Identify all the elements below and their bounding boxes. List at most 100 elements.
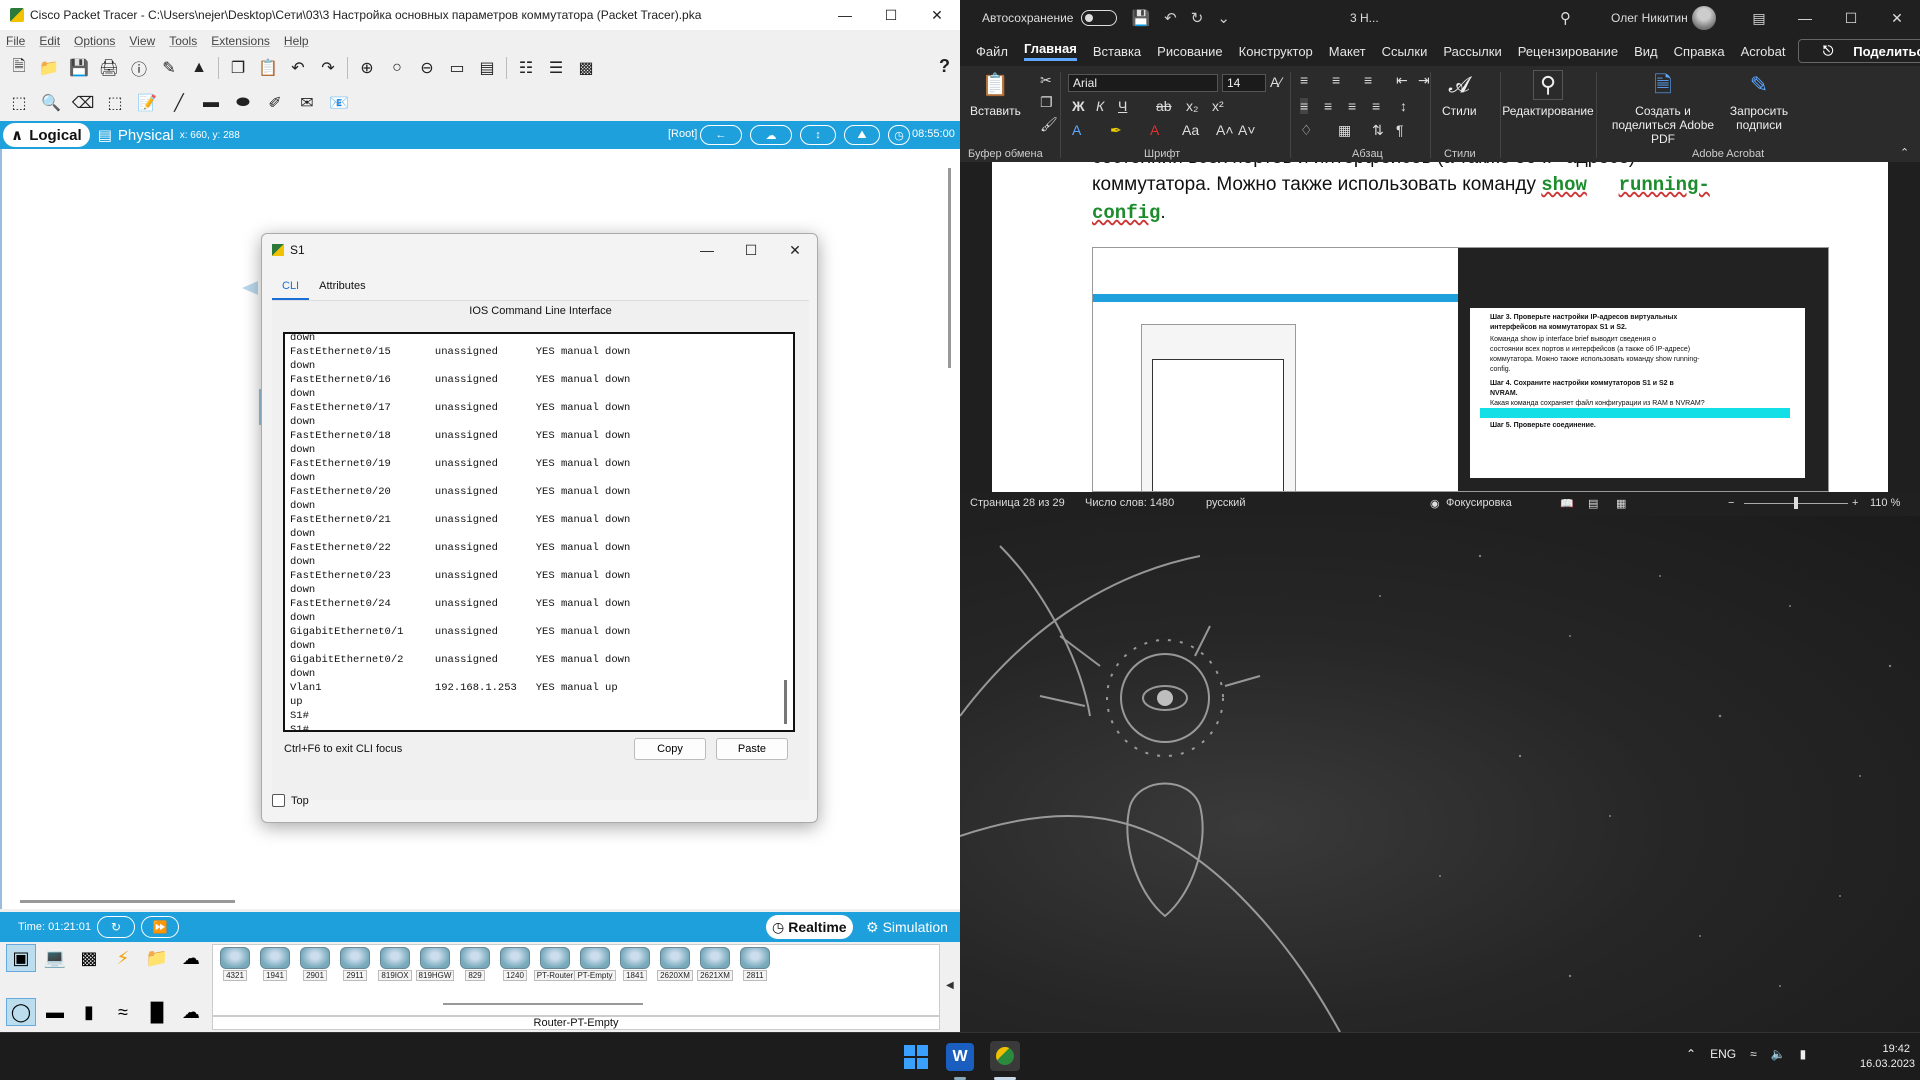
highlight-icon[interactable]: ✒ (1110, 122, 1122, 139)
wan-emulation-icon[interactable]: ☁ (176, 998, 206, 1026)
minimize-button[interactable]: — (685, 234, 729, 266)
device-router-829[interactable]: 829 (457, 947, 493, 989)
request-signatures-button[interactable]: ✎ Запросить подписи (1726, 70, 1792, 133)
cut-icon[interactable]: ✂ (1040, 72, 1052, 89)
tab-file[interactable]: Файл (976, 44, 1008, 59)
focus-icon[interactable]: ◉ (1430, 497, 1440, 510)
add-simple-pdu-icon[interactable]: ✉ (296, 92, 318, 114)
tab-insert[interactable]: Вставка (1093, 44, 1141, 59)
hubs-icon[interactable]: ▮ (74, 998, 104, 1026)
device-router-819iox[interactable]: 819IOX (377, 947, 413, 989)
device-router-2621xm[interactable]: 2621XM (697, 947, 733, 989)
menu-help[interactable]: Help (284, 34, 309, 48)
inspect-icon[interactable]: 🔍 (40, 92, 62, 114)
draw-line-icon[interactable]: ╱ (168, 92, 190, 114)
maximize-button[interactable]: ☐ (868, 0, 914, 30)
zoom-in-icon[interactable]: ⊕ (356, 57, 378, 79)
document-name[interactable]: 3 Н... (1350, 11, 1379, 25)
clock-icon[interactable]: ◷ (888, 125, 910, 145)
device-router-2901[interactable]: 2901 (297, 947, 333, 989)
underline-icon[interactable]: Ч (1118, 98, 1127, 114)
cluster-icon[interactable]: ☁ (750, 125, 792, 145)
change-case-icon[interactable]: Aa (1182, 122, 1199, 138)
zoom-out-icon[interactable]: ⊖ (416, 57, 438, 79)
components-icon[interactable]: ▩ (74, 944, 104, 972)
minimize-button[interactable]: — (822, 0, 868, 30)
tab-review[interactable]: Рецензирование (1518, 44, 1618, 59)
styles-button[interactable]: 𝓐 Стили (1442, 70, 1477, 119)
numbering-icon[interactable]: ≡ (1332, 72, 1340, 88)
drawing-palette-icon[interactable]: ▭ (446, 57, 468, 79)
info-icon[interactable]: ⓘ (128, 57, 150, 79)
zoom-out-icon[interactable]: − (1728, 497, 1734, 509)
chevron-up-icon[interactable]: ⌃ (1686, 1047, 1696, 1061)
wifi-icon[interactable]: ≈ (1750, 1047, 1757, 1061)
device-router-2620xm[interactable]: 2620XM (657, 947, 693, 989)
tab-acrobat[interactable]: Acrobat (1741, 44, 1786, 59)
end-devices-icon[interactable]: 💻 (40, 944, 70, 972)
close-button[interactable]: ✕ (1874, 0, 1920, 36)
menu-tools[interactable]: Tools (169, 34, 197, 48)
fast-forward-icon[interactable]: ⏩ (140, 916, 179, 938)
select-icon[interactable]: ⬚ (8, 92, 30, 114)
multilevel-list-icon[interactable]: ≡ (1364, 72, 1372, 88)
tab-design[interactable]: Конструктор (1239, 44, 1313, 59)
avatar[interactable] (1692, 6, 1716, 30)
zoom-in-icon[interactable]: + (1852, 497, 1858, 509)
cli-console[interactable]: down FastEthernet0/15 unassigned YES manu… (283, 332, 795, 732)
open-folder-icon[interactable]: 📁 (38, 57, 60, 79)
maximize-button[interactable]: ☐ (1828, 0, 1874, 36)
share-button[interactable]: ⎋ Поделиться (1798, 39, 1920, 63)
device-router-1240[interactable]: 1240 (497, 947, 533, 989)
cli-scrollbar[interactable] (780, 342, 792, 726)
top-checkbox[interactable]: Top (272, 794, 309, 807)
text-effects-icon[interactable]: A (1072, 122, 1081, 138)
switches-icon[interactable]: ▬ (40, 998, 70, 1026)
focus-mode[interactable]: Фокусировка (1446, 497, 1512, 509)
print-layout-icon[interactable]: ▤ (1588, 497, 1598, 510)
zoom-level[interactable]: 110 % (1870, 497, 1900, 509)
align-right-icon[interactable]: ≡ (1348, 98, 1356, 114)
undo-icon[interactable]: ↶ (287, 57, 309, 79)
font-name-field[interactable]: Arial (1068, 74, 1218, 92)
checkbox-box[interactable] (272, 794, 285, 807)
tab-help[interactable]: Справка (1674, 44, 1725, 59)
word-count[interactable]: Число слов: 1480 (1085, 497, 1174, 509)
strikethrough-icon[interactable]: ab (1156, 98, 1172, 114)
close-button[interactable]: ✕ (773, 234, 817, 266)
resize-shape-icon[interactable]: ⬚ (104, 92, 126, 114)
tab-home[interactable]: Главная (1023, 41, 1077, 61)
device-list-icon[interactable]: ☰ (545, 57, 567, 79)
workspace-vertical-scrollbar[interactable] (948, 168, 951, 368)
simulation-mode-button[interactable]: ⚙ Simulation (862, 915, 952, 939)
copy-icon[interactable]: ❐ (227, 57, 249, 79)
superscript-icon[interactable]: x² (1212, 98, 1224, 114)
italic-icon[interactable]: К (1096, 98, 1104, 114)
customize-qat-icon[interactable]: ⌄ (1217, 9, 1230, 27)
search-icon[interactable]: ⚲ (1560, 9, 1571, 27)
page-count[interactable]: Страница 28 из 29 (970, 497, 1065, 509)
justify-icon[interactable]: ≡ (1372, 98, 1380, 114)
wireless-devices-icon[interactable]: ≈ (108, 998, 138, 1026)
print-icon[interactable]: 🖨 (98, 57, 120, 79)
embedded-screenshot[interactable]: Шаг 3. Проверьте настройки IP-адресов ви… (1092, 247, 1829, 492)
speaker-icon[interactable]: 🔈 (1771, 1047, 1786, 1061)
copy-icon[interactable]: ❐ (1040, 94, 1053, 111)
user-name[interactable]: Олег Никитин (1611, 11, 1688, 25)
editing-button[interactable]: ⚲ Редактирование (1502, 70, 1594, 118)
network-devices-icon[interactable]: ▣ (6, 944, 36, 972)
increase-indent-icon[interactable]: ⇥ (1418, 72, 1430, 89)
input-language[interactable]: ENG (1710, 1047, 1736, 1061)
undo-icon[interactable]: ↶ (1164, 9, 1177, 27)
menu-view[interactable]: View (129, 34, 155, 48)
tab-logical[interactable]: ∧ Logical (3, 123, 90, 147)
menu-edit[interactable]: Edit (39, 34, 60, 48)
document-page[interactable]: состоянии всех портов и интерфейсов (а т… (992, 162, 1888, 492)
background-image-icon[interactable]: ⛰ (844, 125, 880, 145)
tab-references[interactable]: Ссылки (1382, 44, 1428, 59)
custom-devices-icon[interactable]: ▤ (476, 57, 498, 79)
paste-button[interactable]: Paste (716, 738, 788, 760)
tab-attributes[interactable]: Attributes (309, 278, 375, 300)
device-router-2811[interactable]: 2811 (737, 947, 773, 989)
tab-physical[interactable]: ▤ Physical (98, 126, 174, 145)
